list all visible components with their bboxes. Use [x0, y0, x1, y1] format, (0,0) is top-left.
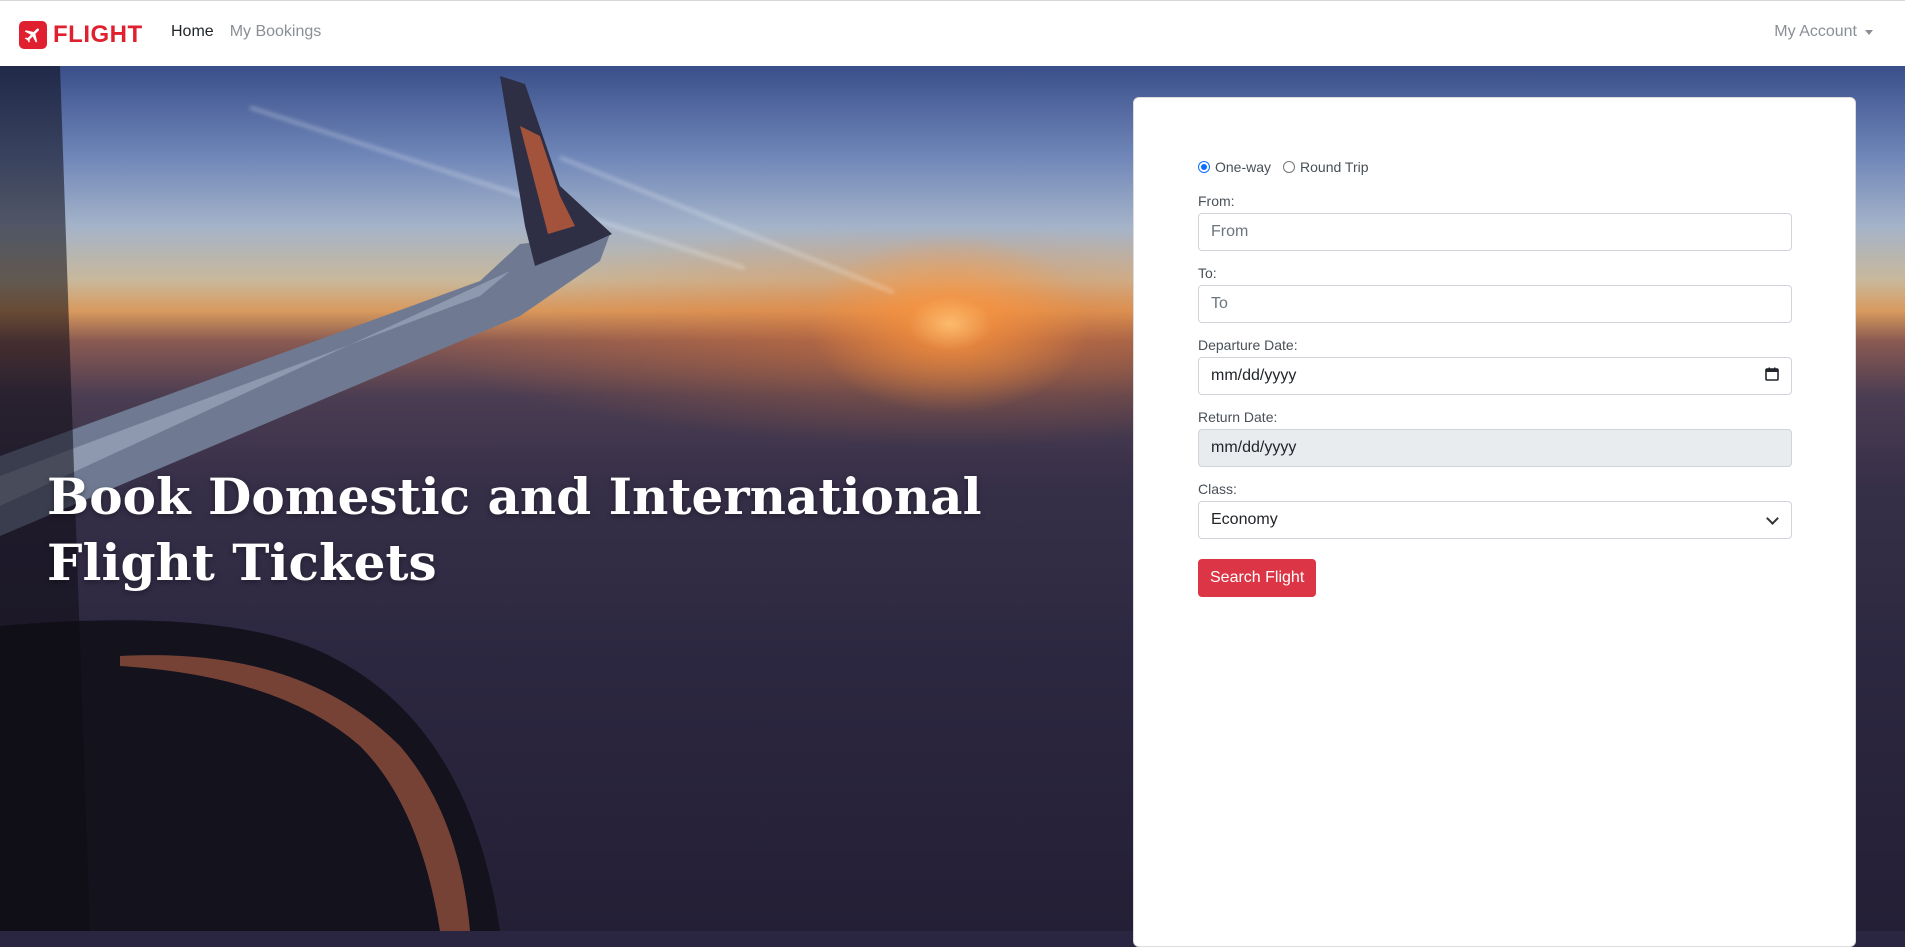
from-label: From: — [1198, 193, 1235, 209]
class-label: Class: — [1198, 481, 1237, 497]
departure-date-label: Departure Date: — [1198, 337, 1298, 353]
from-input[interactable]: From — [1198, 213, 1792, 251]
hero-title-line-2: Flight Tickets — [47, 533, 437, 592]
flight-search-card: One-way Round Trip From: From To: To Dep… — [1133, 97, 1856, 947]
brand-logo-link[interactable]: FLIGHT — [19, 20, 143, 50]
brand-name: FLIGHT — [53, 21, 143, 48]
to-input[interactable]: To — [1198, 285, 1792, 323]
airplane-icon — [19, 21, 47, 49]
departure-date-value: mm/dd/yyyy — [1211, 367, 1297, 384]
round-trip-radio[interactable] — [1283, 161, 1296, 173]
return-date-label: Return Date: — [1198, 409, 1278, 425]
caret-down-icon — [1865, 29, 1873, 35]
class-selected-value: Economy — [1211, 511, 1278, 528]
main-nav: Home My Bookings — [171, 23, 321, 41]
round-trip-label[interactable]: Round Trip — [1300, 159, 1368, 175]
my-account-dropdown[interactable]: My Account — [1774, 23, 1873, 41]
to-label: To: — [1198, 265, 1217, 281]
return-date-value: mm/dd/yyyy — [1211, 439, 1297, 456]
my-account-label: My Account — [1774, 23, 1857, 40]
chevron-down-icon — [1766, 511, 1779, 525]
search-flight-button[interactable]: Search Flight — [1198, 559, 1317, 597]
nav-link-home[interactable]: Home — [171, 23, 214, 41]
one-way-radio[interactable] — [1198, 161, 1210, 173]
nav-link-my-bookings[interactable]: My Bookings — [230, 23, 322, 41]
class-select[interactable]: Economy — [1198, 501, 1792, 539]
hero-title-line-1: Book Domestic and International — [47, 467, 982, 526]
calendar-icon[interactable] — [1765, 367, 1779, 386]
top-navbar: FLIGHT Home My Bookings My Account — [0, 0, 1905, 66]
return-date-input: mm/dd/yyyy — [1198, 429, 1792, 467]
to-placeholder: To — [1211, 295, 1228, 312]
hero-title: Book Domestic and International Flight T… — [47, 464, 1047, 596]
departure-date-input[interactable]: mm/dd/yyyy — [1198, 357, 1792, 395]
from-placeholder: From — [1211, 223, 1249, 240]
trip-type-group: One-way Round Trip — [1198, 159, 1381, 175]
one-way-label[interactable]: One-way — [1215, 159, 1271, 175]
